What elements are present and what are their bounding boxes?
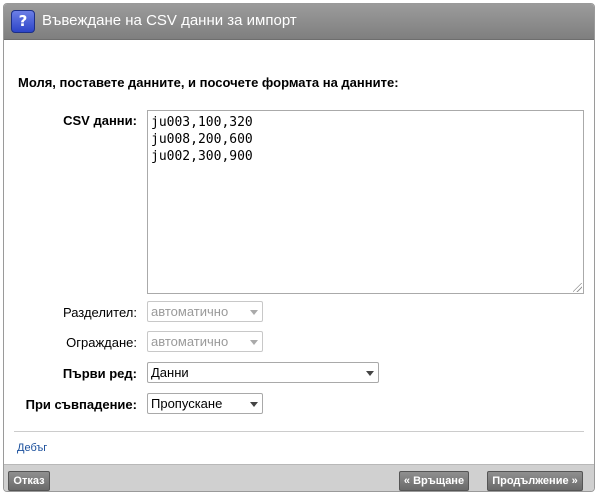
- chevron-down-icon: [250, 340, 258, 345]
- chevron-down-icon: [250, 310, 258, 315]
- import-dialog: ? Въвеждане на CSV данни за импорт Моля,…: [3, 3, 595, 492]
- on-match-label: При съвпадение:: [25, 397, 137, 412]
- help-icon: ?: [11, 10, 35, 33]
- dialog-footer: Отказ « Връщане Продължение »: [4, 464, 594, 491]
- debug-link[interactable]: Дебъг: [17, 442, 47, 454]
- enclosure-label: Ограждане:: [66, 335, 137, 350]
- csv-data-textarea[interactable]: [147, 110, 584, 294]
- instructions-text: Моля, поставете данните, и посочете форм…: [18, 75, 399, 90]
- chevron-down-icon: [366, 371, 374, 376]
- first-row-label: Първи ред:: [62, 366, 137, 381]
- enclosure-select-value: автоматично: [151, 334, 229, 349]
- on-match-select[interactable]: Пропускане: [147, 393, 263, 414]
- separator-select: автоматично: [147, 301, 263, 322]
- divider: [14, 431, 584, 432]
- first-row-select-value: Данни: [151, 365, 189, 380]
- enclosure-select: автоматично: [147, 331, 263, 352]
- cancel-button[interactable]: Отказ: [8, 471, 50, 491]
- on-match-select-value: Пропускане: [151, 396, 223, 411]
- csv-data-label: CSV данни:: [63, 113, 137, 128]
- chevron-down-icon: [250, 402, 258, 407]
- back-button[interactable]: « Връщане: [399, 471, 469, 491]
- dialog-titlebar: ? Въвеждане на CSV данни за импорт: [4, 4, 594, 40]
- separator-label: Разделител:: [62, 305, 137, 320]
- first-row-select[interactable]: Данни: [147, 362, 379, 383]
- continue-button[interactable]: Продължение »: [487, 471, 583, 491]
- separator-select-value: автоматично: [151, 304, 229, 319]
- dialog-title: Въвеждане на CSV данни за импорт: [42, 12, 297, 29]
